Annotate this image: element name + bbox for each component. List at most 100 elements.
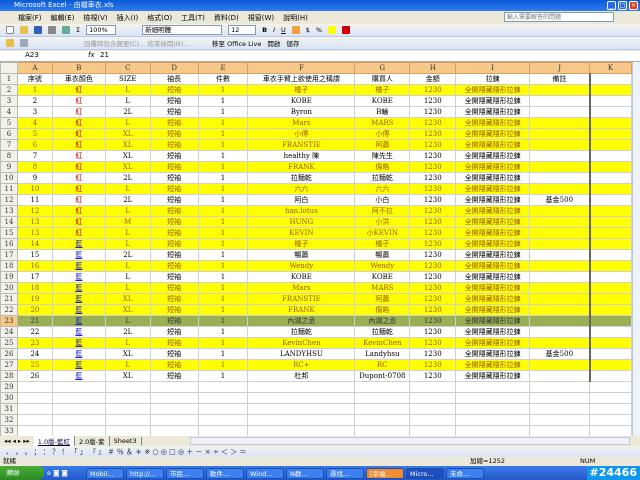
cell[interactable]: 13	[16, 216, 53, 228]
cell[interactable]	[529, 161, 591, 173]
cell[interactable]	[455, 381, 531, 393]
cell[interactable]: KEVIN	[247, 227, 356, 239]
column-header[interactable]: B	[51, 62, 106, 74]
taskbar-button[interactable]: 軟件...	[206, 467, 244, 479]
cell[interactable]	[588, 194, 632, 206]
cell[interactable]	[247, 425, 356, 436]
cell[interactable]: 3	[16, 106, 53, 118]
cell[interactable]: Byron	[247, 106, 356, 118]
vertical-scrollbar[interactable]	[632, 62, 640, 436]
cell[interactable]: 短袖	[149, 227, 199, 239]
cell[interactable]: 短袖	[149, 337, 199, 349]
align-center-icon[interactable]	[291, 26, 300, 34]
bold-button[interactable]: B	[262, 26, 267, 34]
cell[interactable]	[529, 128, 591, 140]
percent-button[interactable]: %	[316, 26, 322, 34]
cell[interactable]	[409, 425, 457, 436]
cell[interactable]: 短袖	[149, 359, 199, 371]
taskbar-button[interactable]: 市民...	[166, 467, 204, 479]
cell[interactable]: KOBE	[354, 271, 411, 283]
cell[interactable]: L	[104, 84, 151, 96]
cell[interactable]: 暢蕭	[247, 249, 356, 261]
cell[interactable]: 8	[16, 161, 53, 173]
cell[interactable]: XL	[104, 128, 151, 140]
cell[interactable]	[529, 216, 591, 228]
cell[interactable]: KOBE	[247, 95, 356, 107]
cell[interactable]: 短袖	[149, 117, 199, 129]
sheet-tab[interactable]: Sheet3	[110, 437, 142, 445]
font-color-icon[interactable]	[342, 26, 351, 34]
cell[interactable]	[588, 117, 632, 129]
cell[interactable]: 短袖	[149, 282, 199, 294]
cell[interactable]: RC	[354, 359, 411, 371]
cell[interactable]	[588, 282, 632, 294]
cell[interactable]	[247, 414, 356, 426]
cell[interactable]: 1230	[409, 183, 457, 195]
cell[interactable]: L	[104, 95, 151, 107]
cell[interactable]: 藍	[51, 271, 106, 283]
cell[interactable]: 短袖	[149, 172, 199, 184]
cell[interactable]: 全開隱藏隱形拉鍊	[455, 315, 531, 327]
cell[interactable]	[589, 403, 632, 415]
cell[interactable]: XL	[104, 293, 151, 305]
cell[interactable]: 全開隱藏隱形拉鍊	[455, 370, 531, 382]
cell[interactable]	[529, 271, 591, 283]
horizontal-scrollbar[interactable]	[190, 437, 630, 445]
cell[interactable]: 短袖	[149, 216, 199, 228]
cell[interactable]	[409, 403, 457, 415]
cell[interactable]: 全開隱藏隱形拉鍊	[455, 117, 531, 129]
row-header[interactable]: 32	[0, 414, 18, 426]
cell[interactable]: 藍	[51, 315, 106, 327]
header-cell[interactable]: 車衣手臂上欲使用之稱謂	[247, 73, 356, 85]
cell[interactable]: 短袖	[149, 183, 199, 195]
column-header[interactable]: A	[16, 62, 53, 74]
header-cell[interactable]: 車衣顏色	[51, 73, 106, 85]
cell[interactable]: 短袖	[149, 315, 199, 327]
cell[interactable]: Mars	[247, 117, 356, 129]
cell[interactable]	[588, 359, 632, 371]
cell[interactable]: 傷皓	[354, 161, 411, 173]
row-header[interactable]: 4	[0, 106, 18, 118]
taskbar-button[interactable]: http://...	[126, 467, 164, 479]
cell[interactable]: 22	[16, 326, 53, 338]
cell[interactable]: 1	[197, 326, 249, 338]
cell[interactable]: 全開隱藏隱形拉鍊	[455, 293, 531, 305]
cell[interactable]	[104, 414, 151, 426]
cell[interactable]	[588, 337, 632, 349]
cell[interactable]: 紅	[51, 161, 106, 173]
row-header[interactable]: 28	[0, 370, 18, 382]
cell[interactable]: 內湖之丞	[354, 315, 411, 327]
cell[interactable]: 10	[16, 183, 53, 195]
reply-changes-button[interactable]: 回覆時包含變更(C)... 結束檢閱(N)...	[84, 38, 194, 48]
cell[interactable]: 全開隱藏隱形拉鍊	[455, 337, 531, 349]
cell[interactable]: 17	[16, 271, 53, 283]
cell[interactable]: 藍	[51, 238, 106, 250]
menu-item[interactable]: 插入(I)	[117, 13, 139, 23]
header-cell[interactable]: 金額	[409, 73, 457, 85]
cell[interactable]: 1230	[409, 194, 457, 206]
cell[interactable]	[588, 139, 632, 151]
cell[interactable]: 藍	[51, 359, 106, 371]
cell[interactable]: 1230	[409, 271, 457, 283]
cell[interactable]	[16, 381, 53, 393]
cell[interactable]: FRANK	[247, 161, 356, 173]
cell[interactable]: 藍	[51, 370, 106, 382]
cell[interactable]	[247, 392, 356, 404]
cell[interactable]: 傷皓	[354, 304, 411, 316]
cell[interactable]: 1230	[409, 106, 457, 118]
quick-launch-icons[interactable]: e ◙ ◙	[47, 469, 83, 477]
cell[interactable]	[588, 161, 632, 173]
cell[interactable]	[529, 139, 591, 151]
cell[interactable]: L	[104, 238, 151, 250]
taskbar-button[interactable]: [幸福...	[366, 467, 404, 479]
cell[interactable]: XL	[104, 370, 151, 382]
print-icon[interactable]	[48, 26, 56, 34]
cell[interactable]: 紅	[51, 205, 106, 217]
cell[interactable]: 1	[197, 117, 249, 129]
menu-item[interactable]: 工具(T)	[181, 13, 205, 23]
cell[interactable]: L	[104, 260, 151, 272]
cell[interactable]: 1	[197, 205, 249, 217]
cell[interactable]	[529, 117, 591, 129]
cell[interactable]: 小KEVIN	[354, 227, 411, 239]
cell[interactable]	[409, 392, 457, 404]
